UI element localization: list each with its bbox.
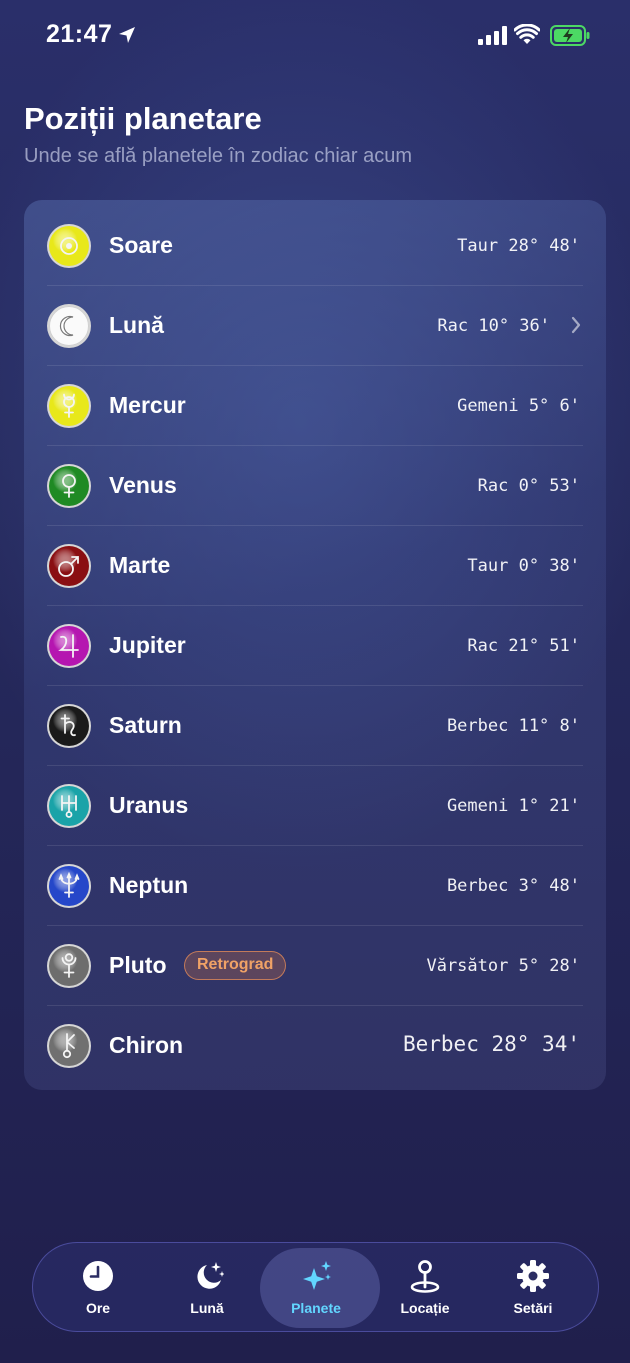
zodiac-position: Berbec 28° 34': [402, 1032, 580, 1056]
zodiac-position: Taur 28° 48': [457, 236, 580, 256]
zodiac-position: Gemeni 5° 6': [457, 396, 580, 416]
planet-name: Mercur: [109, 392, 186, 418]
zodiac-position: Berbec 3° 48': [446, 876, 580, 896]
row-divider: [47, 525, 583, 526]
row-divider: [47, 685, 583, 686]
row-divider: [47, 925, 583, 926]
row-divider: [47, 285, 583, 286]
uranus-icon: [47, 784, 91, 828]
planet-row-moon[interactable]: Lună Rac 10° 36': [24, 285, 606, 365]
planet-name: Lună: [109, 312, 164, 338]
planet-name: Soare: [109, 232, 173, 258]
tab-clock[interactable]: Ore: [43, 1243, 153, 1333]
row-divider: [47, 365, 583, 366]
moon-stars-icon: [197, 1262, 224, 1289]
cellular-signal-icon: [478, 26, 507, 45]
tab-label: Planete: [291, 1300, 341, 1316]
sun-icon: [47, 224, 91, 268]
planet-row-sun[interactable]: Soare Taur 28° 48': [24, 205, 606, 285]
row-divider: [47, 605, 583, 606]
tab-label: Ore: [85, 1300, 111, 1316]
planet-name: Saturn: [109, 712, 182, 738]
zodiac-position: Rac 10° 36': [437, 316, 550, 336]
sparkles-icon: [303, 1261, 331, 1290]
page-title: Poziții planetare: [24, 101, 262, 136]
planet-name: Chiron: [109, 1032, 184, 1058]
tab-bar: Ore Lună Planete Locație Setări: [32, 1242, 599, 1332]
mercury-icon: [47, 384, 91, 428]
battery-charging-icon: [550, 25, 590, 46]
planet-row-saturn[interactable]: Saturn Berbec 11° 8': [24, 685, 606, 765]
zodiac-position: Taur 0° 38': [467, 556, 580, 576]
planet-row-mercury[interactable]: Mercur Gemeni 5° 6': [24, 365, 606, 445]
chiron-icon: [47, 1024, 91, 1068]
planet-row-neptune[interactable]: Neptun Berbec 3° 48': [24, 845, 606, 925]
tab-label: Locație: [400, 1300, 450, 1316]
location-arrow-icon: [119, 27, 135, 43]
planet-row-uranus[interactable]: Uranus Gemeni 1° 21': [24, 765, 606, 845]
gear-icon: [517, 1260, 549, 1292]
zodiac-position: Berbec 11° 8': [446, 716, 580, 736]
saturn-icon: [47, 704, 91, 748]
planet-name: Neptun: [109, 872, 189, 898]
page-subtitle: Unde se află planetele în zodiac chiar a…: [24, 145, 413, 167]
planet-row-mars[interactable]: Marte Taur 0° 38': [24, 525, 606, 605]
zodiac-position: Vărsător 5° 28': [426, 956, 580, 976]
retrograde-badge: Retrograd: [184, 951, 287, 980]
moon-icon: [47, 304, 91, 348]
zodiac-position: Rac 0° 53': [477, 476, 580, 496]
tab-sparkles[interactable]: Planete: [260, 1243, 380, 1333]
planet-row-venus[interactable]: Venus Rac 0° 53': [24, 445, 606, 525]
status-bar: 21:47: [0, 0, 630, 72]
planet-name: Marte: [109, 552, 171, 578]
tab-label: Lună: [190, 1300, 224, 1316]
mars-icon: [47, 544, 91, 588]
venus-icon: [47, 464, 91, 508]
wifi-icon: [514, 24, 540, 44]
tab-label: Setări: [513, 1300, 553, 1316]
planet-name: Jupiter: [109, 632, 186, 658]
pluto-icon: [47, 944, 91, 988]
neptune-icon: [47, 864, 91, 908]
zodiac-position: Rac 21° 51': [467, 636, 580, 656]
planet-positions-list: Soare Taur 28° 48' Lună Rac 10° 36' Mercur…: [24, 200, 606, 1090]
location-pin-icon: [410, 1260, 440, 1293]
row-divider: [47, 445, 583, 446]
jupiter-icon: [47, 624, 91, 668]
status-time: 21:47: [46, 20, 113, 48]
tab-location-pin[interactable]: Locație: [370, 1243, 480, 1333]
page-header: Poziții planetare Unde se află planetele…: [24, 100, 604, 168]
planet-name: Uranus: [109, 792, 189, 818]
planet-name: Pluto: [109, 952, 167, 978]
planet-row-jupiter[interactable]: Jupiter Rac 21° 51': [24, 605, 606, 685]
tab-moon-stars[interactable]: Lună: [152, 1243, 262, 1333]
zodiac-position: Gemeni 1° 21': [446, 796, 580, 816]
planet-row-chiron[interactable]: Chiron Berbec 28° 34': [24, 1005, 606, 1085]
clock-icon: [83, 1261, 113, 1291]
row-divider: [47, 765, 583, 766]
row-divider: [47, 1005, 583, 1006]
row-divider: [47, 845, 583, 846]
planet-row-pluto[interactable]: Pluto Retrograd Vărsător 5° 28': [24, 925, 606, 1005]
tab-gear[interactable]: Setări: [478, 1243, 588, 1333]
chevron-right-icon[interactable]: [570, 315, 582, 335]
planet-name: Venus: [109, 472, 177, 498]
